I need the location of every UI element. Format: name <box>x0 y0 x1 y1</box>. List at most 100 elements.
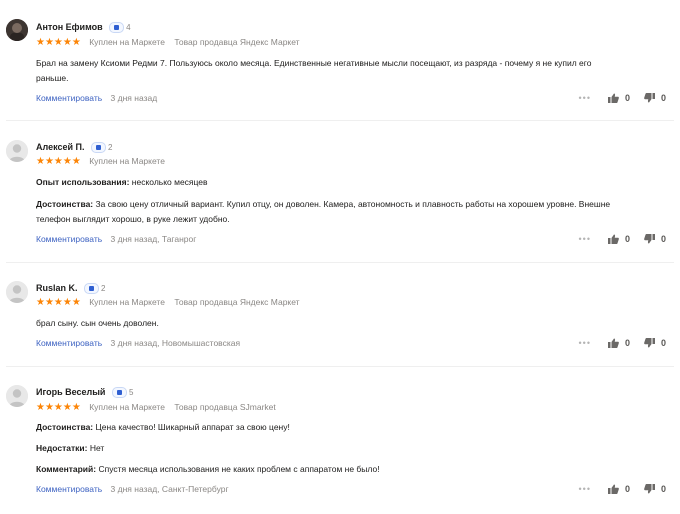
like-count: 0 <box>624 93 630 103</box>
review-text: Брал на замену Ксиоми Редми 7. Пользуюсь… <box>36 56 636 86</box>
review-actions: Комментировать 3 дня назад, Новомышастов… <box>36 338 666 350</box>
comment-text-label: Комментарий: <box>36 464 97 474</box>
like-count: 0 <box>624 338 630 348</box>
review-cons: Недостатки: Нет <box>36 441 636 456</box>
review-date: 3 дня назад, Новомышастовская <box>110 338 241 348</box>
like-button[interactable]: 0 <box>607 484 644 494</box>
dislike-button[interactable]: 0 <box>644 234 666 244</box>
divider <box>6 262 674 263</box>
review-actions: Комментировать 3 дня назад, Санкт-Петерб… <box>36 484 666 496</box>
pros-row: Достоинства: За свою цену отличный вариа… <box>36 197 636 212</box>
dislike-count: 0 <box>660 93 666 103</box>
badge-count: 2 <box>101 284 106 294</box>
purchase-label: Куплен на Маркете <box>89 297 165 307</box>
seller-label: Товар продавца SJmarket <box>174 402 276 412</box>
more-dots-icon[interactable]: ••• <box>579 484 591 494</box>
verified-badge: 2 <box>84 283 106 295</box>
comment-row: Комментарий: Спустя месяца использования… <box>36 462 636 477</box>
review-date: 3 дня назад, Таганрог <box>110 234 197 244</box>
author-name-text[interactable]: Игорь Веселый <box>36 387 105 397</box>
like-count: 0 <box>624 234 630 244</box>
author-name-text[interactable]: Ruslan K. <box>36 283 78 293</box>
author-name[interactable]: Игорь Веселый 5 <box>36 387 134 399</box>
review-text-line: брал сыну. сын очень доволен. <box>36 318 159 328</box>
dislike-button[interactable]: 0 <box>644 484 666 494</box>
dislike-button[interactable]: 0 <box>644 93 666 103</box>
thumb-up-icon <box>607 93 619 103</box>
avatar[interactable] <box>6 140 28 162</box>
dislike-button[interactable]: 0 <box>644 338 666 348</box>
experience-value: несколько месяцев <box>131 177 208 187</box>
user-avatar-icon <box>6 281 28 303</box>
purchase-label: Куплен на Маркете <box>89 156 165 166</box>
verified-badge-icon <box>91 142 107 154</box>
comment-button[interactable]: Комментировать <box>36 234 102 244</box>
review-text: Опыт использования: несколько месяцев <box>36 175 636 190</box>
comment-button[interactable]: Комментировать <box>36 484 102 494</box>
vote-controls: ••• 0 0 <box>579 338 666 348</box>
author-name-text[interactable]: Антон Ефимов <box>36 22 103 32</box>
seller-label: Товар продавца Яндекс Маркет <box>174 37 300 47</box>
like-button[interactable]: 0 <box>607 338 644 348</box>
rating-stars-icon: ★★★★★ <box>36 156 81 168</box>
thumb-up-icon <box>607 234 619 244</box>
experience-label: Опыт использования: <box>36 177 130 187</box>
verified-badge-icon <box>84 283 100 295</box>
badge-count: 5 <box>128 388 134 398</box>
more-dots-icon[interactable]: ••• <box>579 338 591 348</box>
verified-badge-icon <box>111 387 127 399</box>
vote-controls: ••• 0 0 <box>579 93 666 103</box>
review-pros: Достоинства: За свою цену отличный вариа… <box>36 197 636 227</box>
purchase-label: Куплен на Маркете <box>89 402 165 412</box>
rating-stars-icon: ★★★★★ <box>36 37 81 49</box>
pros-label: Достоинства: <box>36 199 94 209</box>
review-meta: ★★★★★ Куплен на Маркете Товар продавца Я… <box>36 37 300 48</box>
review-meta: ★★★★★ Куплен на Маркете Товар продавца S… <box>36 402 276 413</box>
divider <box>6 120 674 121</box>
user-avatar-icon <box>6 385 28 407</box>
avatar[interactable] <box>6 19 28 41</box>
avatar[interactable] <box>6 385 28 407</box>
cons-label: Недостатки: <box>36 443 88 453</box>
vote-controls: ••• 0 0 <box>579 484 666 494</box>
like-button[interactable]: 0 <box>607 234 644 244</box>
review-date: 3 дня назад, Санкт-Петербург <box>110 484 229 494</box>
verified-badge: 4 <box>109 22 131 34</box>
review-actions: Комментировать 3 дня назад, Таганрог •••… <box>36 234 666 246</box>
review-comment: Комментарий: Спустя месяца использования… <box>36 462 636 477</box>
verified-badge: 5 <box>111 387 134 399</box>
author-name[interactable]: Алексей П. 2 <box>36 142 113 154</box>
user-photo-icon <box>6 19 28 41</box>
cons-value: Нет <box>89 443 105 453</box>
comment-button[interactable]: Комментировать <box>36 93 102 103</box>
cons-row: Недостатки: Нет <box>36 441 636 456</box>
more-dots-icon[interactable]: ••• <box>579 234 591 244</box>
seller-label: Товар продавца Яндекс Маркет <box>174 297 300 307</box>
pros-row: Достоинства: Цена качество! Шикарный апп… <box>36 420 636 435</box>
author-name-text[interactable]: Алексей П. <box>36 142 85 152</box>
thumb-down-icon <box>644 484 655 494</box>
like-count: 0 <box>624 484 630 494</box>
like-button[interactable]: 0 <box>607 93 644 103</box>
dislike-count: 0 <box>660 234 666 244</box>
more-dots-icon[interactable]: ••• <box>579 93 591 103</box>
rating-stars-icon: ★★★★★ <box>36 297 81 309</box>
avatar[interactable] <box>6 281 28 303</box>
badge-count: 2 <box>108 143 113 153</box>
experience-row: Опыт использования: несколько месяцев <box>36 175 636 190</box>
verified-badge-icon <box>109 22 125 34</box>
author-name[interactable]: Ruslan K. 2 <box>36 283 106 295</box>
review-actions: Комментировать 3 дня назад ••• 0 0 <box>36 93 666 105</box>
comment-button[interactable]: Комментировать <box>36 338 102 348</box>
author-name[interactable]: Антон Ефимов 4 <box>36 22 131 34</box>
review-text-line: Брал на замену Ксиоми Редми 7. Пользуюсь… <box>36 58 592 68</box>
review-text-line: раньше. <box>36 73 69 83</box>
dislike-count: 0 <box>660 484 666 494</box>
pros-value-line: телефон выглядит хорошо, в руке лежит уд… <box>36 214 230 224</box>
review-meta: ★★★★★ Куплен на Маркете Товар продавца Я… <box>36 297 300 308</box>
dislike-count: 0 <box>660 338 666 348</box>
thumb-down-icon <box>644 338 655 348</box>
pros-label: Достоинства: <box>36 422 94 432</box>
comment-text-value: Спустя месяца использования не каких про… <box>98 464 380 474</box>
user-avatar-icon <box>6 140 28 162</box>
